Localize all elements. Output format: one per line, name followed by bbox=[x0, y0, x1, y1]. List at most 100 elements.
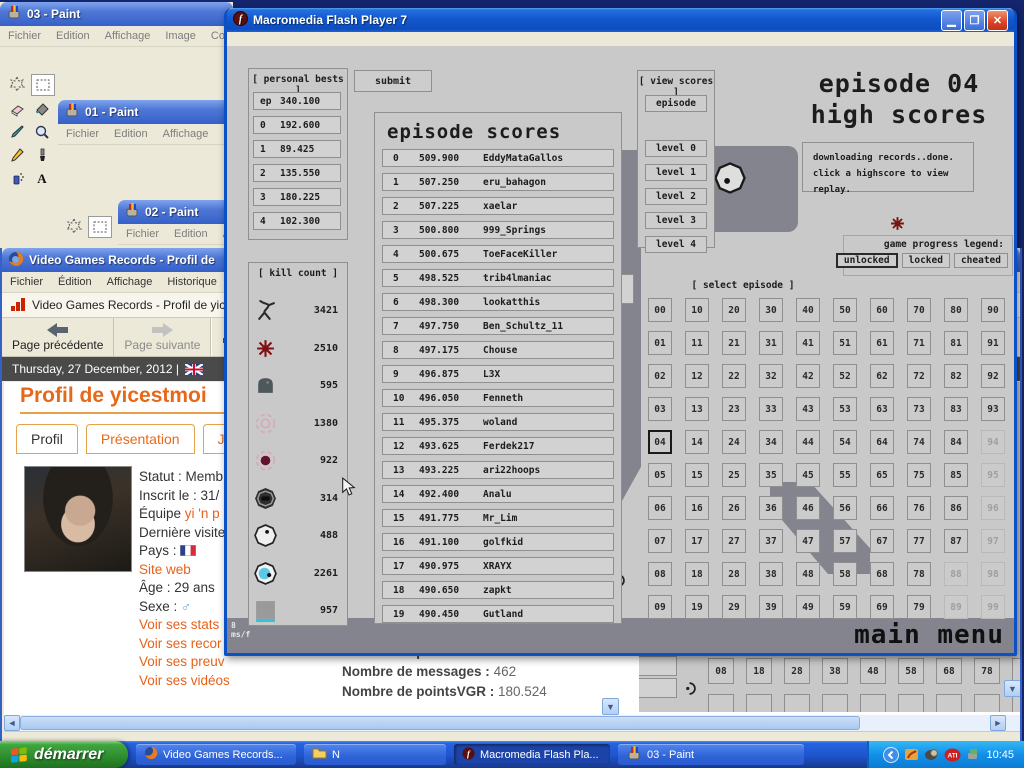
episode-cell-21[interactable]: 21 bbox=[722, 331, 746, 355]
start-button[interactable]: démarrer bbox=[0, 741, 128, 768]
episode-cell-09[interactable]: 09 bbox=[648, 595, 672, 619]
episode-cell-83[interactable]: 83 bbox=[944, 397, 968, 421]
episode-cell-60[interactable]: 60 bbox=[870, 298, 894, 322]
episode-cell-61[interactable]: 61 bbox=[870, 331, 894, 355]
pencil-tool[interactable] bbox=[6, 145, 28, 165]
episode-cell-56[interactable]: 56 bbox=[833, 496, 857, 520]
embedded-episode-cell[interactable]: 38 bbox=[822, 658, 848, 684]
episode-score-row[interactable]: 18490.650zapkt bbox=[382, 581, 614, 599]
flash-tray-icon[interactable] bbox=[904, 747, 919, 762]
firefox-active-tab[interactable]: Video Games Records - Profil de yicestm bbox=[32, 298, 251, 312]
episode-cell-32[interactable]: 32 bbox=[759, 364, 783, 388]
episode-cell-19[interactable]: 19 bbox=[685, 595, 709, 619]
episode-cell-10[interactable]: 10 bbox=[685, 298, 709, 322]
episode-cell-90[interactable]: 90 bbox=[981, 298, 1005, 322]
firefox-menu-item[interactable]: Édition bbox=[58, 276, 92, 288]
episode-cell-66[interactable]: 66 bbox=[870, 496, 894, 520]
ati-tray-icon[interactable]: ATI bbox=[944, 748, 961, 762]
episode-cell-28[interactable]: 28 bbox=[722, 562, 746, 586]
profile-tab-profil[interactable]: Profil bbox=[16, 424, 78, 454]
episode-cell-46[interactable]: 46 bbox=[796, 496, 820, 520]
episode-score-row[interactable]: 3500.800999_Springs bbox=[382, 221, 614, 239]
episode-cell-75[interactable]: 75 bbox=[907, 463, 931, 487]
page-scroll-down-button[interactable]: ▼ bbox=[1004, 680, 1021, 697]
episode-cell-08[interactable]: 08 bbox=[648, 562, 672, 586]
rect-select-tool[interactable] bbox=[88, 216, 112, 238]
mouse-tray-icon[interactable] bbox=[924, 747, 939, 762]
rect-select-tool[interactable] bbox=[31, 74, 55, 96]
episode-cell-18[interactable]: 18 bbox=[685, 562, 709, 586]
episode-cell-78[interactable]: 78 bbox=[907, 562, 931, 586]
episode-cell-35[interactable]: 35 bbox=[759, 463, 783, 487]
profile-tab-présentation[interactable]: Présentation bbox=[86, 424, 195, 454]
episode-score-row[interactable]: 1507.250eru_bahagon bbox=[382, 173, 614, 191]
view-level-4-button[interactable]: level 4 bbox=[645, 236, 707, 253]
episode-cell-33[interactable]: 33 bbox=[759, 397, 783, 421]
flash-titlebar[interactable]: f Macromedia Flash Player 7 ▁ ❐ ✕ bbox=[227, 8, 1014, 32]
episode-cell-04[interactable]: 04 bbox=[648, 430, 672, 454]
episode-score-row[interactable]: 2507.225xaelar bbox=[382, 197, 614, 215]
episode-score-row[interactable]: 5498.525trib4lmaniac bbox=[382, 269, 614, 287]
episode-cell-72[interactable]: 72 bbox=[907, 364, 931, 388]
episode-cell-74[interactable]: 74 bbox=[907, 430, 931, 454]
episode-cell-36[interactable]: 36 bbox=[759, 496, 783, 520]
episode-cell-01[interactable]: 01 bbox=[648, 331, 672, 355]
paint03-menu-item[interactable]: Edition bbox=[56, 30, 90, 42]
episode-cell-25[interactable]: 25 bbox=[722, 463, 746, 487]
freeform-select-tool[interactable] bbox=[63, 216, 85, 236]
main-menu-button[interactable]: main menu bbox=[854, 620, 1004, 650]
episode-score-row[interactable]: 12493.625Ferdek217 bbox=[382, 437, 614, 455]
episode-cell-15[interactable]: 15 bbox=[685, 463, 709, 487]
episode-cell-58[interactable]: 58 bbox=[833, 562, 857, 586]
episode-score-row[interactable]: 15491.775Mr_Lim bbox=[382, 509, 614, 527]
profile-action-link[interactable]: Voir ses vidéos bbox=[139, 673, 230, 688]
episode-cell-51[interactable]: 51 bbox=[833, 331, 857, 355]
profile-link[interactable]: Site web bbox=[139, 562, 191, 577]
episode-cell-05[interactable]: 05 bbox=[648, 463, 672, 487]
episode-score-row[interactable]: 8497.175Chouse bbox=[382, 341, 614, 359]
episode-cell-94[interactable]: 94 bbox=[981, 430, 1005, 454]
episode-cell-07[interactable]: 07 bbox=[648, 529, 672, 553]
scroll-right-button[interactable]: ► bbox=[990, 715, 1006, 731]
episode-cell-22[interactable]: 22 bbox=[722, 364, 746, 388]
episode-cell-03[interactable]: 03 bbox=[648, 397, 672, 421]
freeform-select-tool[interactable] bbox=[6, 74, 28, 94]
episode-cell-45[interactable]: 45 bbox=[796, 463, 820, 487]
magnifier-tool[interactable] bbox=[31, 122, 53, 142]
episode-cell-42[interactable]: 42 bbox=[796, 364, 820, 388]
episode-cell-16[interactable]: 16 bbox=[685, 496, 709, 520]
episode-cell-62[interactable]: 62 bbox=[870, 364, 894, 388]
view-episode-button[interactable]: episode bbox=[645, 95, 707, 112]
episode-cell-31[interactable]: 31 bbox=[759, 331, 783, 355]
episode-cell-14[interactable]: 14 bbox=[685, 430, 709, 454]
embedded-episode-cell[interactable]: 58 bbox=[898, 658, 924, 684]
episode-cell-86[interactable]: 86 bbox=[944, 496, 968, 520]
episode-score-row[interactable]: 13493.225ari22hoops bbox=[382, 461, 614, 479]
episode-cell-98[interactable]: 98 bbox=[981, 562, 1005, 586]
episode-cell-23[interactable]: 23 bbox=[722, 397, 746, 421]
episode-cell-40[interactable]: 40 bbox=[796, 298, 820, 322]
brush-tool[interactable] bbox=[31, 145, 53, 165]
embedded-episode-cell[interactable]: 08 bbox=[708, 658, 734, 684]
episode-cell-68[interactable]: 68 bbox=[870, 562, 894, 586]
episode-score-row[interactable]: 10496.050Fenneth bbox=[382, 389, 614, 407]
inner-scroll-down-button[interactable]: ▼ bbox=[602, 698, 619, 715]
embedded-episode-cell[interactable]: 68 bbox=[936, 658, 962, 684]
maximize-button[interactable]: ❐ bbox=[964, 10, 985, 31]
episode-cell-70[interactable]: 70 bbox=[907, 298, 931, 322]
list-scroll-thumb[interactable] bbox=[621, 274, 634, 304]
submit-button[interactable]: submit bbox=[354, 70, 432, 92]
taskbar-task-1[interactable]: Video Games Records... bbox=[136, 744, 296, 765]
episode-cell-97[interactable]: 97 bbox=[981, 529, 1005, 553]
embedded-episode-cell[interactable]: 78 bbox=[974, 658, 1000, 684]
episode-cell-91[interactable]: 91 bbox=[981, 331, 1005, 355]
scroll-left-button[interactable]: ◄ bbox=[4, 715, 20, 731]
episode-cell-96[interactable]: 96 bbox=[981, 496, 1005, 520]
forward-button[interactable]: Page suivante bbox=[114, 318, 211, 356]
episode-cell-41[interactable]: 41 bbox=[796, 331, 820, 355]
airbrush-tool[interactable] bbox=[6, 168, 28, 188]
episode-score-row[interactable]: 6498.300lookatthis bbox=[382, 293, 614, 311]
close-button[interactable]: ✕ bbox=[987, 10, 1008, 31]
episode-cell-92[interactable]: 92 bbox=[981, 364, 1005, 388]
episode-cell-24[interactable]: 24 bbox=[722, 430, 746, 454]
